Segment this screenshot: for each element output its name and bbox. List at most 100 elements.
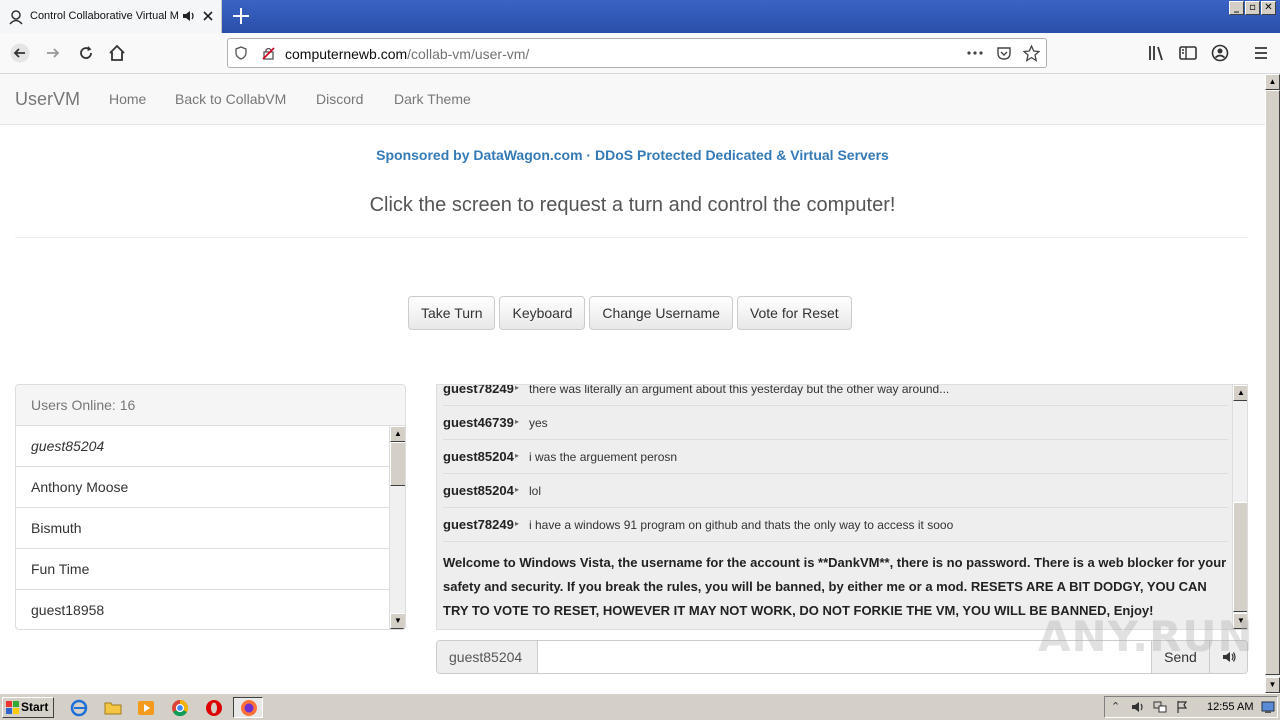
chat-message: guest85204 ▸ lol [443, 474, 1228, 508]
scroll-up-button[interactable]: ▲ [1233, 385, 1247, 401]
insecure-lock-icon[interactable] [261, 46, 276, 61]
show-desktop-icon[interactable] [1261, 700, 1275, 714]
chat-username-addon: guest85204 [437, 641, 538, 673]
bookmark-star-icon[interactable] [1023, 45, 1040, 62]
scroll-up-button[interactable]: ▲ [390, 426, 405, 442]
sponsor-link[interactable]: Sponsored by DataWagon.com · DDoS Protec… [0, 147, 1265, 163]
browser-tab[interactable]: Control Collaborative Virtual M [0, 0, 222, 33]
user-list-item[interactable]: Bismuth [16, 508, 390, 549]
chat-text: yes [529, 416, 548, 430]
instruction-headline: Click the screen to request a turn and c… [369, 194, 896, 216]
speaker-icon[interactable] [182, 9, 196, 23]
home-icon[interactable] [107, 43, 127, 63]
taskbar: Start ⌃ 12:55 AM [0, 693, 1280, 720]
chat-username: guest78249 [443, 517, 514, 532]
firefox-taskbar-button[interactable] [233, 697, 263, 718]
close-window-button[interactable]: ✕ [1261, 1, 1276, 15]
show-hidden-icons-icon[interactable]: ⌃ [1111, 700, 1125, 714]
user-list-item[interactable]: guest18958 [16, 590, 390, 629]
sidebar-icon[interactable] [1178, 43, 1198, 63]
library-icon[interactable] [1147, 43, 1167, 63]
new-tab-icon[interactable] [230, 5, 252, 27]
close-tab-icon[interactable] [201, 9, 215, 23]
users-online-heading: Users Online: 16 [16, 385, 405, 426]
chat-username: guest85204 [443, 449, 514, 464]
media-player-icon[interactable] [137, 699, 155, 717]
chat-panel: guest78249 ▸ there was literally an argu… [436, 384, 1248, 630]
site-navbar: UserVM Home Back to CollabVM Discord Dar… [0, 74, 1265, 125]
chat-text: i was the arguement perosn [529, 450, 678, 464]
keyboard-button[interactable]: Keyboard [499, 296, 586, 330]
start-button[interactable]: Start [2, 697, 54, 718]
chat-scrollbar[interactable]: ▲ ▼ [1232, 385, 1247, 629]
url-text: computernewb.com/collab-vm/user-vm/ [285, 46, 529, 62]
start-label: Start [21, 700, 49, 714]
chat-message: guest78249 ▸ i have a windows 91 program… [443, 508, 1228, 542]
url-path: /collab-vm/user-vm/ [407, 46, 530, 62]
opera-icon[interactable] [205, 699, 223, 717]
scroll-thumb[interactable] [1265, 90, 1280, 675]
take-turn-button[interactable]: Take Turn [408, 296, 496, 330]
chat-message: guest78249 ▸ there was literally an argu… [443, 384, 1228, 406]
user-list-item[interactable]: Fun Time [16, 549, 390, 590]
system-tray: ⌃ 12:55 AM [1104, 696, 1278, 718]
chat-username: guest46739 [443, 415, 514, 430]
vm-controls: Take Turn Keyboard Change Username Vote … [408, 296, 852, 330]
nav-discord-link[interactable]: Discord [316, 91, 363, 107]
volume-tray-icon[interactable] [1131, 700, 1145, 714]
reload-icon[interactable] [76, 43, 96, 63]
arrow-icon: ▸ [515, 519, 520, 528]
forward-icon[interactable] [43, 43, 63, 63]
network-tray-icon[interactable] [1153, 700, 1167, 714]
chat-text: i have a windows 91 program on github an… [529, 518, 954, 532]
explorer-folder-icon[interactable] [104, 699, 122, 717]
taskbar-clock: 12:55 AM [1207, 701, 1254, 713]
internet-explorer-icon[interactable] [70, 699, 88, 717]
vote-reset-button[interactable]: Vote for Reset [736, 296, 852, 330]
arrow-icon: ▸ [515, 417, 520, 426]
divider [15, 237, 1248, 238]
scroll-thumb[interactable] [1233, 502, 1247, 612]
browser-tab-bar: Control Collaborative Virtual M _ ▫ ✕ [0, 0, 1280, 33]
anyrun-watermark: ANY.RUN [1038, 612, 1254, 661]
scroll-down-button[interactable]: ▼ [1265, 677, 1280, 693]
windows-flag-icon [6, 701, 19, 714]
tab-title: Control Collaborative Virtual M [30, 10, 178, 22]
nav-home-link[interactable]: Home [109, 91, 146, 107]
user-list-item[interactable]: guest85204 [16, 426, 390, 467]
nav-back-to-collabvm-link[interactable]: Back to CollabVM [175, 91, 286, 107]
account-icon[interactable] [1210, 43, 1230, 63]
web-page: UserVM Home Back to CollabVM Discord Dar… [0, 74, 1265, 693]
chrome-icon[interactable] [171, 699, 189, 717]
back-icon[interactable] [10, 43, 30, 63]
arrow-icon: ▸ [515, 451, 520, 460]
scroll-thumb[interactable] [390, 442, 405, 486]
chat-username: guest85204 [443, 483, 514, 498]
chat-text: there was literally an argument about th… [529, 384, 950, 396]
user-list-item[interactable]: Anthony Moose [16, 467, 390, 508]
action-center-flag-icon[interactable] [1175, 700, 1189, 714]
chat-text: lol [529, 484, 542, 498]
page-scrollbar[interactable]: ▲ ▼ [1265, 74, 1280, 693]
window-controls: _ ▫ ✕ [1229, 1, 1276, 16]
arrow-icon: ▸ [515, 384, 520, 392]
arrow-icon: ▸ [515, 485, 520, 494]
shield-icon[interactable] [234, 46, 248, 60]
more-actions-icon[interactable] [966, 47, 984, 59]
maximize-button[interactable]: ▫ [1245, 1, 1260, 15]
change-username-button[interactable]: Change Username [589, 296, 733, 330]
browser-toolbar: computernewb.com/collab-vm/user-vm/ [0, 33, 1280, 74]
scroll-up-button[interactable]: ▲ [1265, 74, 1280, 90]
users-scrollbar[interactable]: ▲ ▼ [389, 426, 405, 629]
address-bar[interactable]: computernewb.com/collab-vm/user-vm/ [227, 38, 1047, 68]
collabvm-favicon-icon [9, 10, 23, 25]
minimize-button[interactable]: _ [1229, 1, 1244, 15]
firefox-icon [241, 700, 257, 716]
scroll-down-button[interactable]: ▼ [390, 613, 405, 629]
pocket-icon[interactable] [996, 45, 1012, 61]
chat-message: guest46739 ▸ yes [443, 406, 1228, 440]
brand-link[interactable]: UserVM [15, 89, 80, 110]
users-online-panel: Users Online: 16 guest85204 Anthony Moos… [15, 384, 406, 630]
nav-dark-theme-link[interactable]: Dark Theme [394, 91, 471, 107]
menu-icon[interactable] [1251, 43, 1271, 63]
